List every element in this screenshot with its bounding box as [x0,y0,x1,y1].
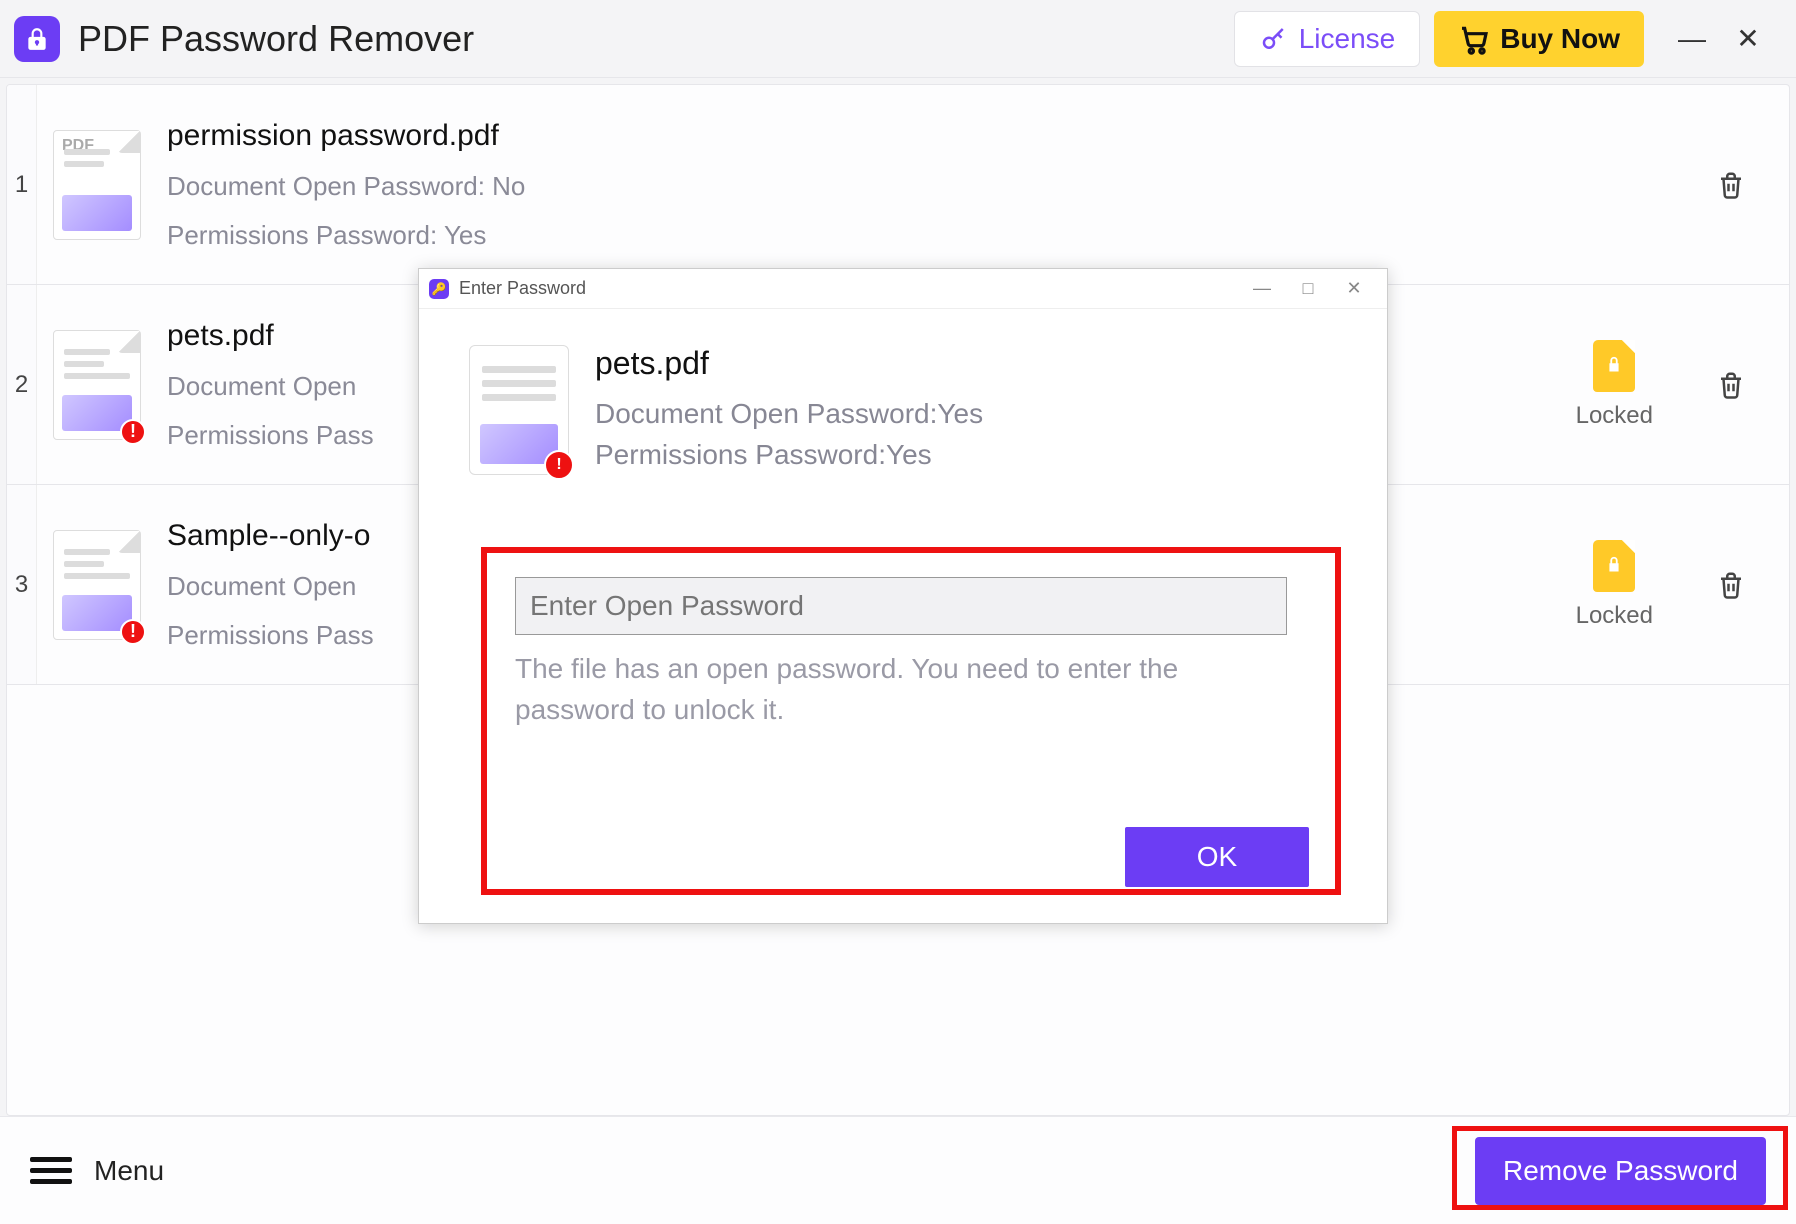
cart-icon [1458,23,1490,55]
locked-indicator: Locked [1576,340,1653,430]
titlebar: PDF Password Remover License Buy Now — ✕ [0,0,1796,78]
file-thumbnail: ! [37,285,157,484]
menu-label: Menu [94,1155,164,1187]
open-password-line: Document Open Password: No [167,171,1519,202]
row-index: 2 [7,285,37,484]
dialog-open-password-line: Document Open Password:Yes [595,394,983,435]
delete-button[interactable] [1713,567,1749,603]
minimize-button[interactable]: — [1664,11,1720,67]
dialog-file-name: pets.pdf [595,345,983,382]
locked-indicator: Locked [1576,540,1653,630]
file-name: permission password.pdf [167,119,1519,153]
alert-icon: ! [120,619,146,645]
locked-label: Locked [1576,602,1653,630]
file-info: permission password.pdf Document Open Pa… [157,85,1529,284]
bottom-bar: Menu Remove Password [0,1116,1796,1224]
delete-button[interactable] [1713,167,1749,203]
locked-label: Locked [1576,402,1653,430]
ok-button[interactable]: OK [1125,827,1309,887]
app-logo-icon [14,16,60,62]
open-password-input[interactable] [515,577,1287,635]
dialog-maximize-button[interactable]: □ [1285,278,1331,299]
buy-now-button[interactable]: Buy Now [1434,11,1644,67]
row-index: 3 [7,485,37,684]
app-title: PDF Password Remover [78,18,474,60]
license-button[interactable]: License [1234,11,1421,67]
dialog-title: Enter Password [459,278,586,299]
lock-icon [1593,340,1635,392]
license-label: License [1299,23,1396,55]
alert-icon: ! [544,450,574,480]
dialog-titlebar: 🔑 Enter Password — □ ✕ [419,269,1387,309]
dialog-file-thumbnail: ! [469,345,569,475]
row-index: 1 [7,85,37,284]
file-row[interactable]: 1 PDF permission password.pdf Document O… [7,85,1789,285]
lock-icon [1593,540,1635,592]
dialog-hint-text: The file has an open password. You need … [515,649,1287,730]
dialog-app-icon: 🔑 [429,279,449,299]
buy-now-label: Buy Now [1500,23,1620,55]
dialog-permissions-password-line: Permissions Password:Yes [595,435,983,476]
trash-icon [1716,570,1746,600]
file-thumbnail: PDF [37,85,157,284]
remove-password-button[interactable]: Remove Password [1475,1137,1766,1205]
dialog-minimize-button[interactable]: — [1239,278,1285,299]
key-icon [1259,24,1289,54]
enter-password-dialog: 🔑 Enter Password — □ ✕ ! pets.pdf Docume… [418,268,1388,924]
close-button[interactable]: ✕ [1720,11,1776,67]
alert-icon: ! [120,419,146,445]
file-thumbnail: ! [37,485,157,684]
trash-icon [1716,370,1746,400]
permissions-password-line: Permissions Password: Yes [167,220,1519,251]
hamburger-icon [30,1151,72,1190]
dialog-close-button[interactable]: ✕ [1331,278,1377,299]
trash-icon [1716,170,1746,200]
menu-button[interactable]: Menu [30,1151,164,1190]
delete-button[interactable] [1713,367,1749,403]
